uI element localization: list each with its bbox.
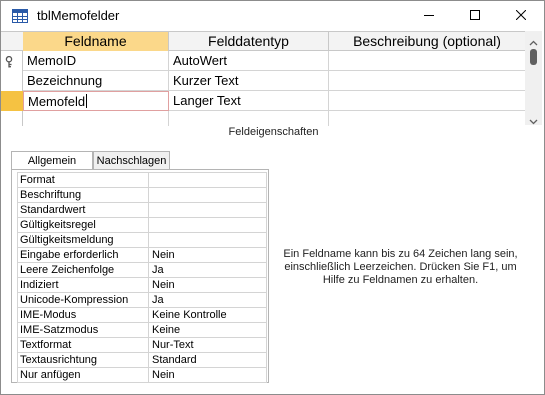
property-value[interactable]: Ja bbox=[148, 292, 267, 308]
property-value[interactable] bbox=[148, 172, 267, 188]
table-row bbox=[23, 111, 525, 126]
maximize-button[interactable] bbox=[452, 1, 498, 31]
field-description-cell[interactable] bbox=[329, 51, 525, 71]
table-design-window: tblMemofelder Feldname Felddatentyp Besc… bbox=[0, 0, 545, 395]
property-label: Gültigkeitsmeldung bbox=[17, 232, 149, 248]
table-row: Eingabe erforderlich Nein bbox=[17, 247, 267, 263]
table-row: Beschriftung bbox=[17, 187, 267, 203]
table-row: Indiziert Nein bbox=[17, 277, 267, 293]
table-row: Standardwert bbox=[17, 202, 267, 218]
field-name-input[interactable]: Memofeld bbox=[23, 91, 169, 111]
field-description-cell[interactable] bbox=[329, 111, 525, 126]
properties-table: Format Beschriftung Standardwert Gültigkeit… bbox=[17, 172, 267, 383]
close-icon bbox=[515, 7, 527, 25]
field-description-cell[interactable] bbox=[329, 91, 525, 111]
field-name-cell[interactable]: MemoID bbox=[23, 51, 169, 71]
property-value[interactable]: Nein bbox=[148, 367, 267, 383]
text-cursor bbox=[86, 94, 88, 108]
field-type-cell[interactable] bbox=[169, 111, 329, 126]
property-label: IME-Satzmodus bbox=[17, 322, 149, 338]
property-label: Unicode-Kompression bbox=[17, 292, 149, 308]
scroll-up-icon[interactable] bbox=[529, 35, 538, 46]
field-description-cell[interactable] bbox=[329, 71, 525, 91]
property-value[interactable]: Nur-Text bbox=[148, 337, 267, 353]
property-label: Beschriftung bbox=[17, 187, 149, 203]
property-label: Leere Zeichenfolge bbox=[17, 262, 149, 278]
window-title: tblMemofelder bbox=[37, 8, 120, 23]
scroll-down-icon[interactable] bbox=[529, 113, 538, 125]
property-value[interactable]: Keine bbox=[148, 322, 267, 338]
help-text: Ein Feldname kann bis zu 64 Zeichen lang… bbox=[283, 248, 518, 286]
table-row: Gültigkeitsregel bbox=[17, 217, 267, 233]
table-row: Gültigkeitsmeldung bbox=[17, 232, 267, 248]
field-properties-title: Feldeigenschaften bbox=[228, 126, 319, 138]
table-row: Textausrichtung Standard bbox=[17, 352, 267, 368]
field-name-cell[interactable]: Bezeichnung bbox=[23, 71, 169, 91]
column-header-feldname[interactable]: Feldname bbox=[23, 32, 169, 51]
maximize-icon bbox=[470, 7, 480, 25]
table-row: Format bbox=[17, 172, 267, 188]
table-row: Bezeichnung Kurzer Text bbox=[23, 71, 525, 91]
title-bar: tblMemofelder bbox=[1, 1, 544, 31]
property-label: Format bbox=[17, 172, 149, 188]
property-label: Textausrichtung bbox=[17, 352, 149, 368]
column-header-beschreibung[interactable]: Beschreibung (optional) bbox=[329, 32, 525, 51]
property-label: Gültigkeitsregel bbox=[17, 217, 149, 233]
property-value[interactable] bbox=[148, 232, 267, 248]
minimize-icon bbox=[424, 7, 434, 25]
property-value[interactable] bbox=[148, 217, 267, 233]
close-button[interactable] bbox=[498, 1, 544, 31]
grid-header: Feldname Felddatentyp Beschreibung (opti… bbox=[1, 32, 525, 51]
property-label: Eingabe erforderlich bbox=[17, 247, 149, 263]
tab-allgemein[interactable]: Allgemein bbox=[11, 151, 93, 171]
scroll-thumb[interactable] bbox=[530, 49, 537, 65]
table-row: IME-Modus Keine Kontrolle bbox=[17, 307, 267, 323]
table-row: Nur anfügen Nein bbox=[17, 367, 267, 383]
table-row: MemoID AutoWert bbox=[23, 51, 525, 71]
table-icon bbox=[12, 8, 28, 24]
tab-nachschlagen[interactable]: Nachschlagen bbox=[93, 151, 170, 170]
row-selector-3[interactable] bbox=[1, 91, 23, 111]
row-selector-2[interactable] bbox=[1, 71, 23, 91]
property-value[interactable]: Nein bbox=[148, 247, 267, 263]
field-grid: Feldname Felddatentyp Beschreibung (opti… bbox=[1, 31, 525, 126]
property-label: Standardwert bbox=[17, 202, 149, 218]
grid-scrollbar[interactable] bbox=[525, 31, 542, 125]
table-row: IME-Satzmodus Keine bbox=[17, 322, 267, 338]
field-name-cell[interactable] bbox=[23, 111, 169, 126]
property-value[interactable] bbox=[148, 202, 267, 218]
field-name-text: Memofeld bbox=[28, 94, 86, 109]
table-row: Memofeld Langer Text bbox=[23, 91, 525, 111]
column-header-felddatentyp[interactable]: Felddatentyp bbox=[169, 32, 329, 51]
row-selector-1[interactable] bbox=[1, 51, 23, 71]
field-type-cell[interactable]: AutoWert bbox=[169, 51, 329, 71]
property-value[interactable]: Ja bbox=[148, 262, 267, 278]
field-type-cell[interactable]: Langer Text bbox=[169, 91, 329, 111]
field-type-cell[interactable]: Kurzer Text bbox=[169, 71, 329, 91]
property-label: IME-Modus bbox=[17, 307, 149, 323]
property-label: Nur anfügen bbox=[17, 367, 149, 383]
table-row: Textformat Nur-Text bbox=[17, 337, 267, 353]
property-value[interactable]: Keine Kontrolle bbox=[148, 307, 267, 323]
table-row: Leere Zeichenfolge Ja bbox=[17, 262, 267, 278]
table-row: Unicode-Kompression Ja bbox=[17, 292, 267, 308]
minimize-button[interactable] bbox=[406, 1, 452, 31]
property-value[interactable]: Standard bbox=[148, 352, 267, 368]
property-value[interactable]: Nein bbox=[148, 277, 267, 293]
properties-panel: Format Beschriftung Standardwert Gültigkeit… bbox=[11, 169, 269, 383]
property-label: Indiziert bbox=[17, 277, 149, 293]
property-label: Textformat bbox=[17, 337, 149, 353]
property-value[interactable] bbox=[148, 187, 267, 203]
